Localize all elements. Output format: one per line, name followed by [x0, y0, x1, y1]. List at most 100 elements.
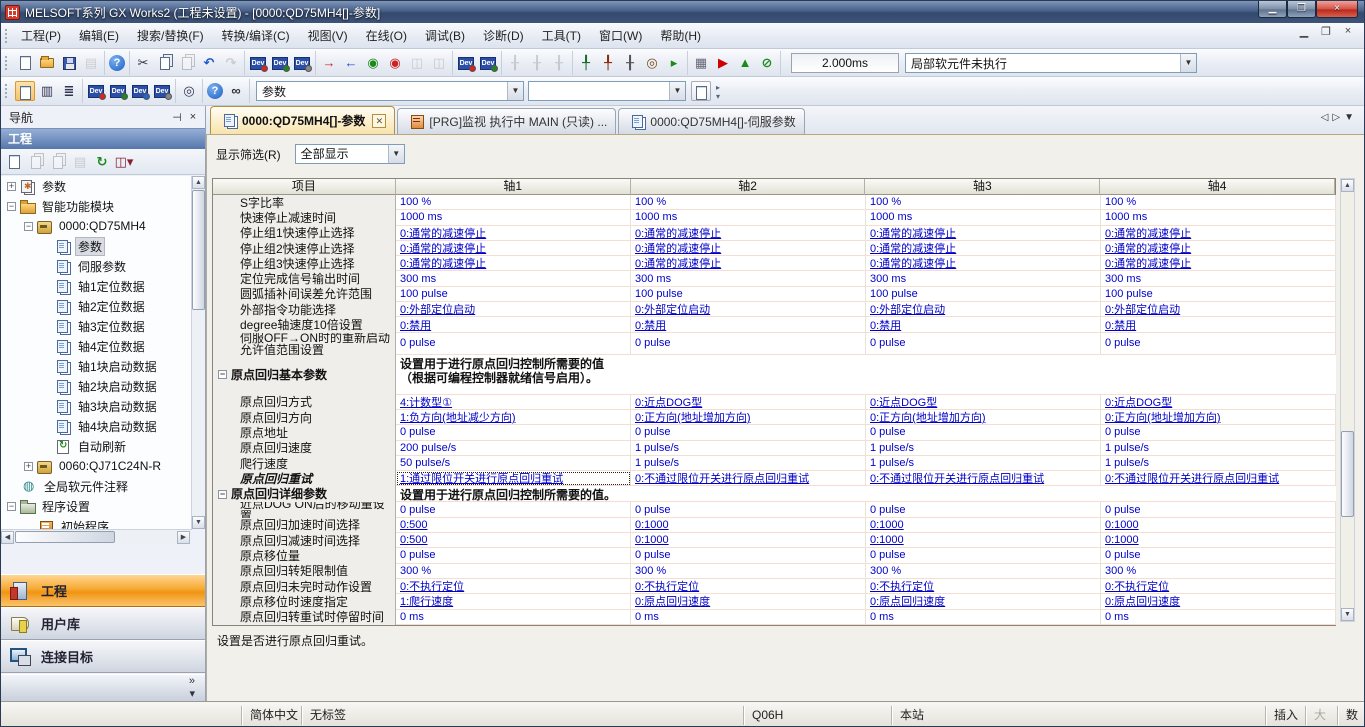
tree-item-14[interactable]: 自动刷新	[1, 436, 192, 456]
value-cell-axis1[interactable]: 300 ms	[396, 271, 631, 286]
scroll-right-icon[interactable]: ▶	[177, 531, 190, 544]
new-item-icon[interactable]	[4, 152, 24, 172]
help-icon[interactable]: ?	[109, 55, 125, 71]
value-cell-axis3[interactable]: 1 pulse/s	[866, 456, 1101, 471]
scroll-up-icon[interactable]: ▲	[1341, 179, 1354, 192]
scroll-left-icon[interactable]: ◀	[1, 531, 14, 544]
value-cell-axis4[interactable]: 0:近点DOG型	[1101, 395, 1336, 410]
collapse-icon[interactable]: −	[218, 490, 227, 499]
value-cell-axis4[interactable]: 0:不通过限位开关进行原点回归重试	[1101, 471, 1336, 486]
menu-item-3[interactable]: 搜索/替换(F)	[128, 25, 213, 47]
tree-item-15[interactable]: +0060:QJ71C24N-R	[1, 456, 192, 476]
value-cell-axis1[interactable]: 0 pulse	[396, 548, 631, 563]
value-cell-axis2[interactable]: 0:通常的减速停止	[631, 256, 866, 271]
value-cell-axis1[interactable]: 0:通常的减速停止	[396, 256, 631, 271]
window-combobox[interactable]: ▼	[528, 81, 686, 101]
value-cell-axis2[interactable]: 1000 ms	[631, 210, 866, 225]
tree-item-8[interactable]: 轴3定位数据	[1, 316, 192, 336]
value-cell-axis1[interactable]: 0:通常的减速停止	[396, 241, 631, 256]
value-cell-axis1[interactable]: 1000 ms	[396, 210, 631, 225]
menu-item-4[interactable]: 转换/编译(C)	[213, 25, 299, 47]
value-cell-axis3[interactable]: 0:禁用	[866, 317, 1101, 332]
collapse-icon[interactable]: −	[218, 370, 227, 379]
tree-scroll-thumb[interactable]	[192, 190, 205, 310]
value-cell-axis4[interactable]: 0:原点回归速度	[1101, 594, 1336, 609]
value-cell-axis2[interactable]: 0:1000	[631, 518, 866, 533]
simulation-icon[interactable]: ▦	[691, 53, 711, 73]
device-io-icon[interactable]: Dev	[292, 53, 312, 73]
tab-3[interactable]: 0000:QD75MH4[]-伺服参数	[618, 108, 804, 134]
toolbar-overflow-icon[interactable]: ▸▾	[712, 80, 724, 102]
value-cell-axis1[interactable]: 0 pulse	[396, 333, 631, 355]
value-cell-axis2[interactable]: 0:不通过限位开关进行原点回归重试	[631, 471, 866, 486]
value-cell-axis1[interactable]: 200 pulse/s	[396, 441, 631, 456]
value-cell-axis3[interactable]: 0 pulse	[866, 333, 1101, 355]
document-zoom-icon[interactable]	[691, 81, 711, 101]
value-cell-axis4[interactable]: 0:通常的减速停止	[1101, 226, 1336, 241]
device-monitor-stop-icon[interactable]: Dev	[478, 53, 498, 73]
tree-item-12[interactable]: 轴3块启动数据	[1, 396, 192, 416]
value-cell-axis2[interactable]: 1 pulse/s	[631, 441, 866, 456]
write-to-plc-icon[interactable]: →	[319, 53, 339, 73]
menu-item-11[interactable]: 帮助(H)	[651, 25, 710, 47]
menu-item-7[interactable]: 调试(B)	[416, 25, 474, 47]
value-cell-axis3[interactable]: 1000 ms	[866, 210, 1101, 225]
pin-icon[interactable]: ⊣	[169, 111, 185, 124]
device-write-icon[interactable]: Dev	[248, 53, 268, 73]
tab-1[interactable]: 0000:QD75MH4[]-参数✕	[210, 106, 395, 134]
tree-item-13[interactable]: 轴4块启动数据	[1, 416, 192, 436]
value-cell-axis2[interactable]: 0 ms	[631, 610, 866, 625]
value-cell-axis1[interactable]: 1:爬行速度	[396, 594, 631, 609]
menu-item-6[interactable]: 在线(O)	[357, 25, 416, 47]
restore-button[interactable]: ❐	[1287, 1, 1316, 18]
value-cell-axis1[interactable]: 0:禁用	[396, 317, 631, 332]
value-cell-axis3[interactable]: 300 ms	[866, 271, 1101, 286]
device-note-icon[interactable]: Dev	[130, 81, 150, 101]
value-cell-axis2[interactable]: 0:原点回归速度	[631, 594, 866, 609]
value-cell-axis1[interactable]: 0:不执行定位	[396, 579, 631, 594]
value-cell-axis3[interactable]: 0:1000	[866, 533, 1101, 548]
section-label-cell[interactable]: −原点回归详细参数	[213, 486, 396, 502]
tab-close-icon[interactable]: ✕	[372, 114, 386, 128]
value-cell-axis4[interactable]: 1 pulse/s	[1101, 441, 1336, 456]
table-vertical-scrollbar[interactable]: ▲ ▼	[1340, 178, 1355, 622]
tab-list-icon[interactable]: ▼	[1344, 112, 1358, 123]
value-cell-axis2[interactable]: 0 pulse	[631, 548, 866, 563]
value-cell-axis1[interactable]: 0:通常的减速停止	[396, 226, 631, 241]
ladder-monitor-write-icon[interactable]: ╀	[598, 53, 618, 73]
menu-item-2[interactable]: 编辑(E)	[70, 25, 128, 47]
value-cell-axis1[interactable]: 0 pulse	[396, 502, 631, 517]
close-panel-icon[interactable]: ×	[185, 111, 201, 123]
value-cell-axis1[interactable]: 0:500	[396, 533, 631, 548]
value-cell-axis4[interactable]: 0 pulse	[1101, 425, 1336, 440]
value-cell-axis2[interactable]: 0:1000	[631, 533, 866, 548]
menu-item-5[interactable]: 视图(V)	[299, 25, 357, 47]
value-cell-axis4[interactable]: 100 %	[1101, 195, 1336, 210]
value-cell-axis1[interactable]: 100 %	[396, 195, 631, 210]
value-cell-axis4[interactable]: 0:1000	[1101, 518, 1336, 533]
tree-item-18[interactable]: 初始程序	[1, 516, 192, 529]
mdi-minimize-button[interactable]: ▁	[1296, 25, 1312, 38]
toolbar-grip[interactable]	[4, 55, 9, 71]
navigation-window-icon[interactable]	[15, 81, 35, 101]
device-monitor-start-icon[interactable]: Dev	[456, 53, 476, 73]
value-cell-axis3[interactable]: 1 pulse/s	[866, 441, 1101, 456]
undo-icon[interactable]: ↶	[199, 53, 219, 73]
value-cell-axis3[interactable]: 0:不执行定位	[866, 579, 1101, 594]
chevron-down-icon[interactable]: ▼	[388, 145, 404, 163]
minimize-button[interactable]: ▁	[1258, 1, 1287, 18]
value-cell-axis1[interactable]: 100 pulse	[396, 287, 631, 302]
value-cell-axis3[interactable]: 0:正方向(地址增加方向)	[866, 410, 1101, 425]
value-cell-axis4[interactable]: 0 pulse	[1101, 502, 1336, 517]
value-cell-axis4[interactable]: 1 pulse/s	[1101, 456, 1336, 471]
toolbar-grip2[interactable]	[4, 83, 9, 99]
collapse-icon[interactable]: −	[7, 202, 16, 211]
refresh-icon[interactable]: ↻	[92, 152, 112, 172]
scroll-down-icon[interactable]: ▼	[192, 516, 205, 529]
nav-button-project[interactable]: 工程	[1, 574, 205, 607]
mdi-restore-button[interactable]: ❐	[1318, 25, 1334, 38]
mdi-close-button[interactable]: ×	[1340, 25, 1356, 38]
value-cell-axis4[interactable]: 1000 ms	[1101, 210, 1336, 225]
value-cell-axis4[interactable]: 300 %	[1101, 564, 1336, 579]
ladder-run-icon[interactable]: ▸	[664, 53, 684, 73]
